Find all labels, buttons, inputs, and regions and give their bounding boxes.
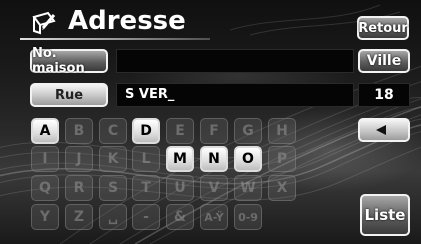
key--[interactable]: - bbox=[132, 204, 160, 230]
list-button[interactable]: Liste bbox=[360, 194, 410, 236]
key-j[interactable]: J bbox=[65, 146, 93, 172]
left-arrow-icon bbox=[376, 125, 386, 135]
city-button[interactable]: Ville bbox=[358, 49, 410, 73]
key-m[interactable]: M bbox=[166, 146, 194, 172]
match-count: 18 bbox=[358, 83, 410, 107]
key-w[interactable]: W bbox=[234, 175, 262, 201]
key-g[interactable]: G bbox=[234, 118, 262, 144]
house-number-field[interactable] bbox=[116, 49, 354, 73]
key-i[interactable]: I bbox=[31, 146, 59, 172]
title-icon bbox=[30, 11, 58, 35]
key-t[interactable]: T bbox=[132, 175, 160, 201]
key-y[interactable]: Y bbox=[31, 204, 59, 230]
key-r[interactable]: R bbox=[65, 175, 93, 201]
map-pencil-icon bbox=[32, 11, 56, 35]
key-s[interactable]: S bbox=[99, 175, 127, 201]
key-a[interactable]: A bbox=[31, 118, 59, 144]
key-o[interactable]: O bbox=[234, 146, 262, 172]
key-&[interactable]: & bbox=[166, 204, 194, 230]
page-title: Adresse bbox=[68, 6, 186, 36]
title-underline bbox=[20, 38, 210, 40]
backspace-button[interactable] bbox=[358, 118, 410, 142]
address-entry-screen: Adresse Retour No. maison Ville Rue S VE… bbox=[0, 0, 421, 244]
key-f[interactable]: F bbox=[200, 118, 228, 144]
key-d[interactable]: D bbox=[132, 118, 160, 144]
key-k[interactable]: K bbox=[99, 146, 127, 172]
key-0-9[interactable]: 0-9 bbox=[234, 204, 262, 230]
key-a-ÿ[interactable]: A-Ÿ bbox=[200, 204, 228, 230]
key-v[interactable]: V bbox=[200, 175, 228, 201]
key-c[interactable]: C bbox=[99, 118, 127, 144]
back-button[interactable]: Retour bbox=[357, 16, 409, 40]
house-number-button[interactable]: No. maison bbox=[30, 46, 108, 76]
street-input[interactable]: S VER_ bbox=[116, 83, 354, 107]
key-x[interactable]: X bbox=[268, 175, 296, 201]
key-l[interactable]: L bbox=[132, 146, 160, 172]
key-u[interactable]: U bbox=[166, 175, 194, 201]
key-p[interactable]: P bbox=[268, 146, 296, 172]
street-button[interactable]: Rue bbox=[30, 83, 108, 107]
key-z[interactable]: Z bbox=[65, 204, 93, 230]
key-space[interactable]: ␣ bbox=[99, 204, 127, 230]
key-e[interactable]: E bbox=[166, 118, 194, 144]
key-n[interactable]: N bbox=[200, 146, 228, 172]
key-b[interactable]: B bbox=[65, 118, 93, 144]
key-h[interactable]: H bbox=[268, 118, 296, 144]
key-q[interactable]: Q bbox=[31, 175, 59, 201]
